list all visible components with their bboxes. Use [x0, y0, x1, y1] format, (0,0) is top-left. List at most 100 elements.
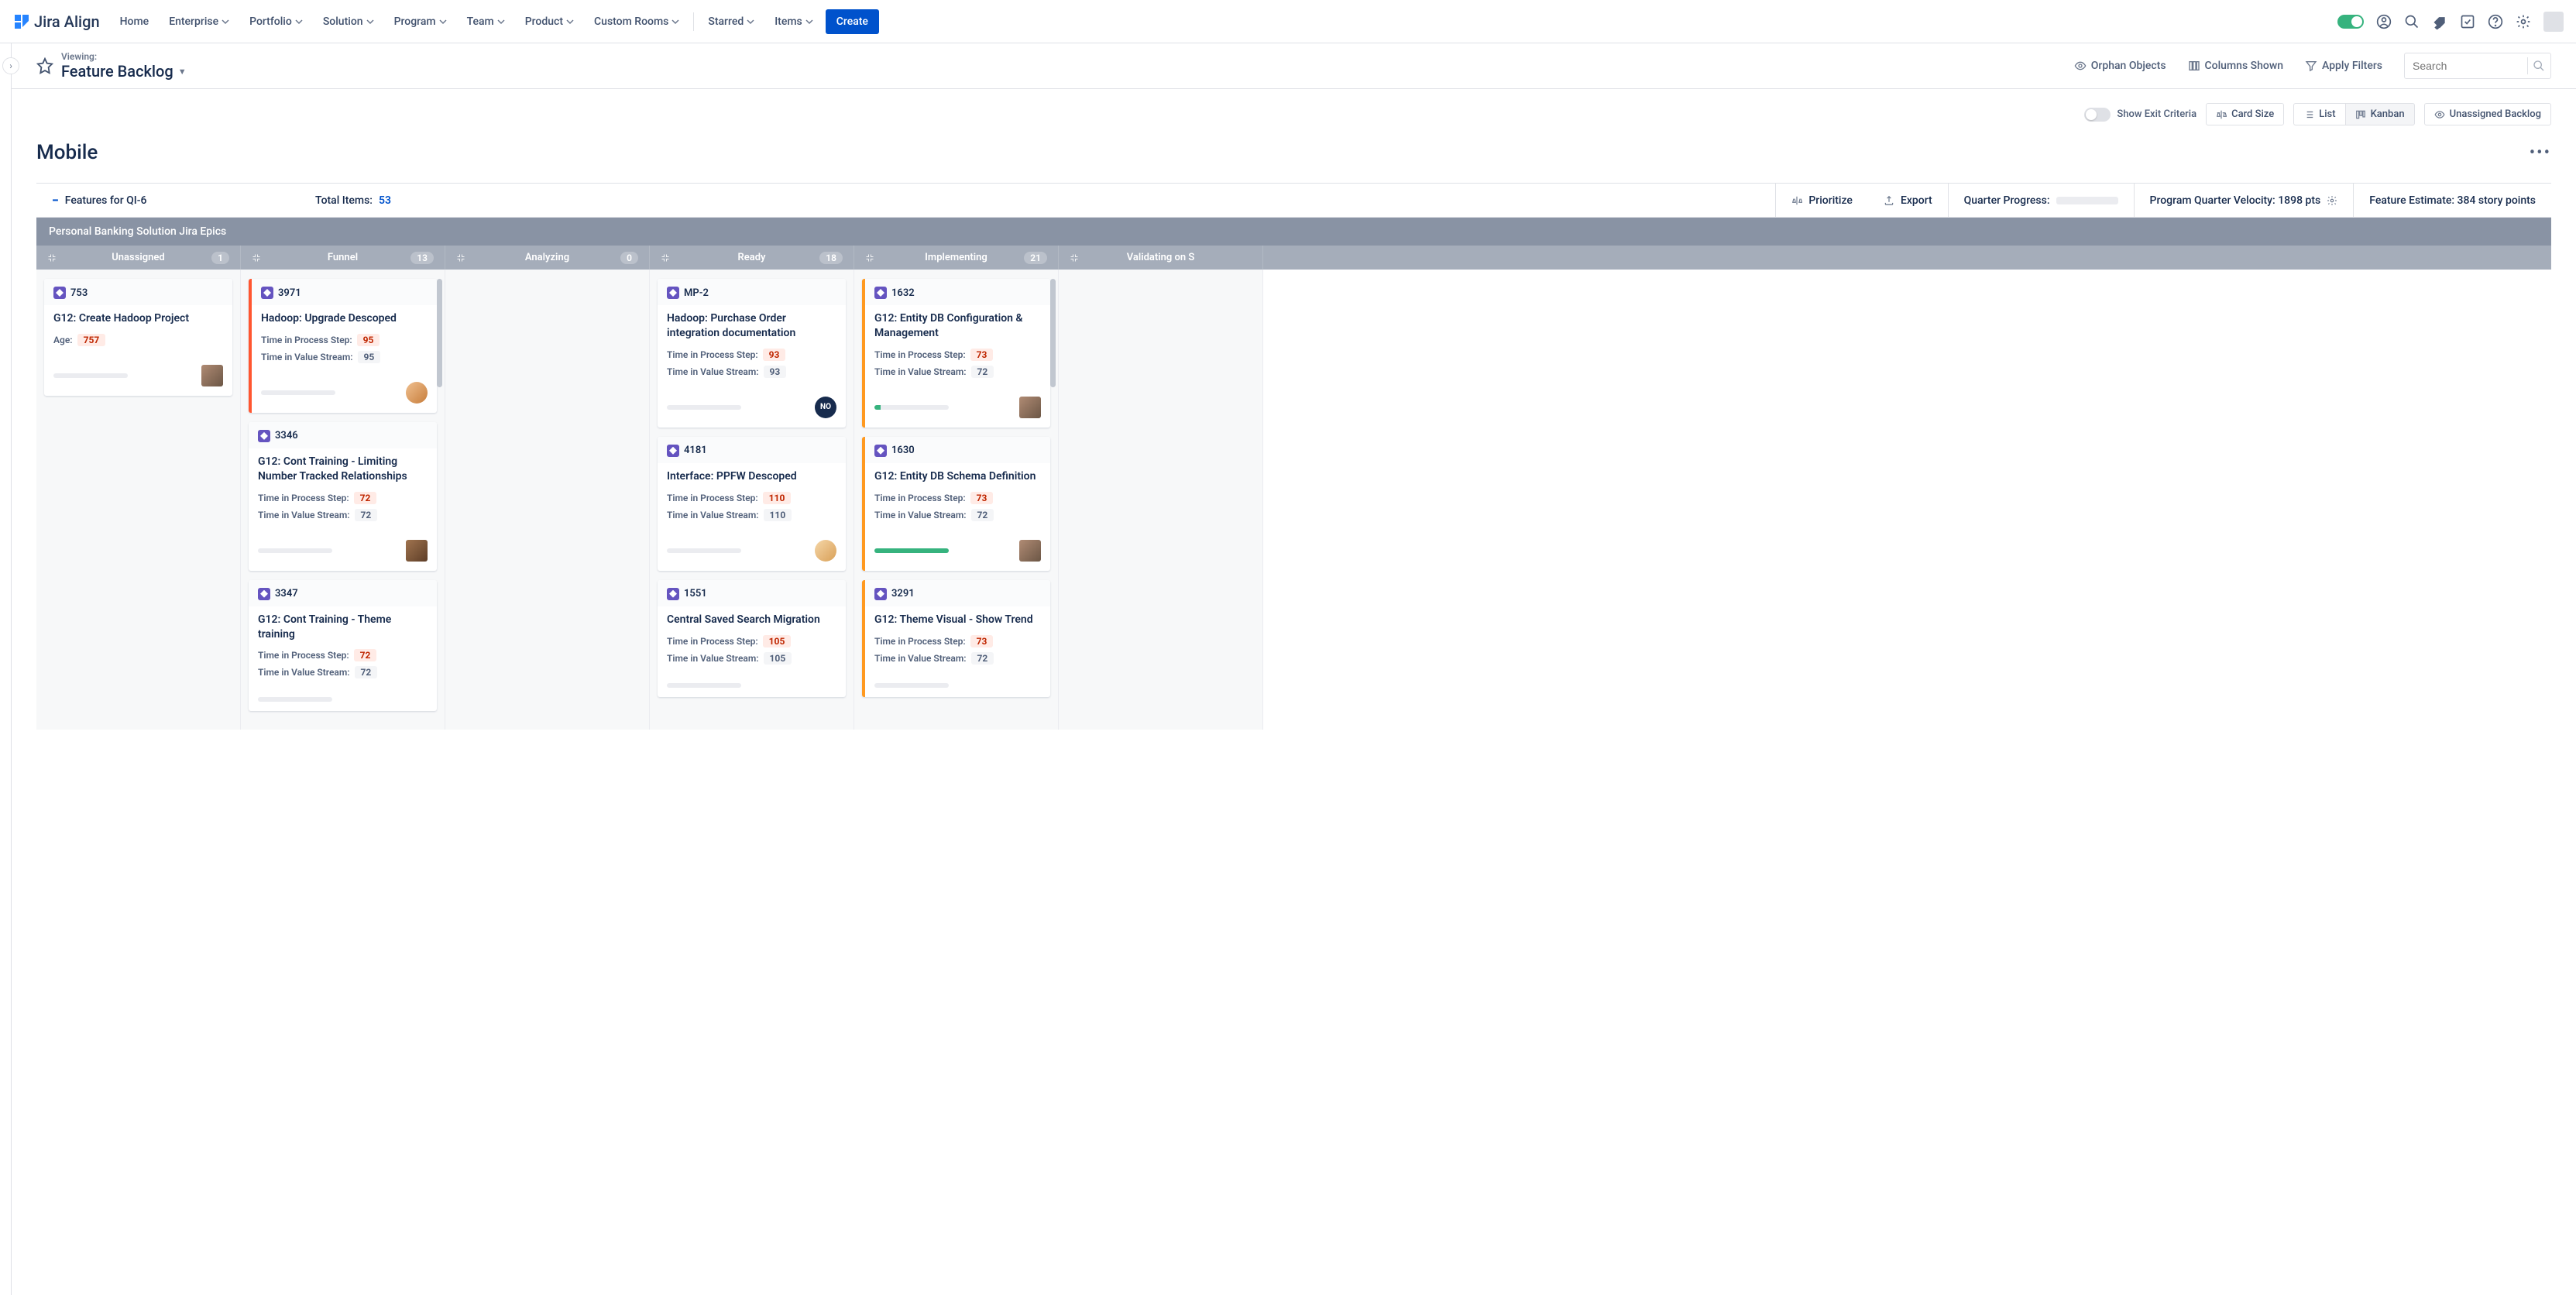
owner-avatar[interactable] [1019, 540, 1041, 562]
compress-icon[interactable] [252, 253, 261, 263]
feature-card[interactable]: 1632 G12: Entity DB Configuration & Manag… [862, 279, 1050, 428]
nav-team[interactable]: Team [459, 9, 513, 34]
compress-icon[interactable] [456, 253, 465, 263]
scrollbar[interactable] [1050, 279, 1056, 387]
feature-card[interactable]: 3291G12: Theme Visual - Show TrendTime i… [862, 580, 1050, 697]
show-exit-criteria-toggle[interactable]: Show Exit Criteria [2084, 108, 2196, 122]
card-body: G12: Cont Training - Theme trainingTime … [249, 606, 437, 692]
nav-custom-rooms[interactable]: Custom Rooms [586, 9, 687, 34]
columns-shown-button[interactable]: Columns Shown [2188, 60, 2284, 72]
owner-avatar[interactable] [406, 382, 428, 404]
nav-home[interactable]: Home [112, 9, 157, 34]
owner-avatar[interactable]: NO [815, 397, 836, 418]
velocity-settings-icon[interactable] [2327, 195, 2337, 206]
column-header-ready[interactable]: Ready18 [650, 246, 854, 270]
owner-avatar[interactable] [201, 365, 223, 386]
kanban-view-button[interactable]: Kanban [2345, 103, 2415, 125]
search-icon[interactable] [2533, 60, 2545, 72]
compress-icon[interactable] [1070, 253, 1079, 263]
chevron-down-icon [222, 18, 229, 26]
column-funnel[interactable]: 3971Hadoop: Upgrade DescopedTime in Proc… [241, 270, 445, 730]
nav-enterprise[interactable]: Enterprise [161, 9, 237, 34]
feature-card[interactable]: 1551 Central Saved Search Migration Time i… [658, 580, 846, 697]
checklist-icon[interactable] [2460, 14, 2475, 29]
column-header-unassigned[interactable]: Unassigned1 [36, 246, 241, 270]
presence-toggle[interactable] [2337, 15, 2364, 29]
kanban-board: 753G12: Create Hadoop ProjectAge:7573971… [36, 270, 2551, 730]
feature-card[interactable]: 3346G12: Cont Training - Limiting Number… [249, 422, 437, 571]
compress-icon[interactable] [47, 253, 57, 263]
card-id: 1630 [891, 445, 915, 456]
feature-card[interactable]: MP-2Hadoop: Purchase Order integration d… [658, 279, 846, 428]
owner-avatar[interactable] [1019, 397, 1041, 418]
owner-avatar[interactable] [815, 540, 836, 562]
progress-bar [874, 548, 949, 553]
balance-icon [1791, 195, 1802, 206]
feature-card[interactable]: 4181Interface: PPFW DescopedTime in Proc… [658, 437, 846, 571]
create-button[interactable]: Create [826, 9, 879, 34]
settings-icon[interactable] [2516, 14, 2531, 29]
unassigned-backlog-button[interactable]: Unassigned Backlog [2424, 103, 2551, 125]
column-name: Analyzing [525, 252, 569, 263]
tivs-label: Time in Value Stream: [874, 366, 967, 377]
feature-card[interactable]: 1630G12: Entity DB Schema DefinitionTime… [862, 437, 1050, 571]
column-validating-on-s[interactable] [1059, 270, 1263, 730]
card-title: Central Saved Search Migration [667, 613, 836, 627]
feature-card[interactable]: 3971Hadoop: Upgrade DescopedTime in Proc… [249, 279, 437, 413]
card-id: 753 [70, 287, 88, 299]
tivs-label: Time in Value Stream: [258, 667, 350, 678]
nav-portfolio[interactable]: Portfolio [242, 9, 311, 34]
progress-bar [258, 697, 332, 702]
apply-filters-button[interactable]: Apply Filters [2305, 60, 2382, 72]
tips-label: Time in Process Step: [258, 650, 349, 661]
orphan-objects-button[interactable]: Orphan Objects [2074, 60, 2166, 72]
nav-starred[interactable]: Starred [700, 9, 762, 34]
search-input[interactable] [2404, 53, 2551, 79]
export-button[interactable]: Export [1868, 185, 1948, 216]
card-title: G12: Entity DB Configuration & Managemen… [874, 311, 1041, 341]
favorite-star-button[interactable] [36, 57, 53, 74]
swimlane-header[interactable]: Personal Banking Solution Jira Epics [36, 218, 2551, 246]
column-ready[interactable]: MP-2Hadoop: Purchase Order integration d… [650, 270, 854, 730]
account-icon[interactable] [2376, 14, 2392, 29]
view-name-dropdown[interactable]: Feature Backlog▼ [61, 62, 187, 81]
owner-avatar[interactable] [406, 540, 428, 562]
nav-items[interactable]: Items [767, 9, 821, 34]
column-implementing[interactable]: 1632 G12: Entity DB Configuration & Manag… [854, 270, 1059, 730]
compress-icon[interactable] [661, 253, 670, 263]
tag-icon[interactable] [2432, 14, 2447, 29]
tivs-value: 72 [355, 509, 378, 521]
logo[interactable]: Jira Align [12, 12, 100, 31]
compress-icon[interactable] [865, 253, 874, 263]
feature-type-icon [667, 588, 679, 600]
collapse-button[interactable]: − [52, 193, 59, 208]
progress-bar [258, 548, 332, 553]
card-header: 1551 [658, 580, 846, 606]
prioritize-button[interactable]: Prioritize [1776, 185, 1868, 216]
column-header-implementing[interactable]: Implementing21 [854, 246, 1059, 270]
scrollbar[interactable] [437, 279, 442, 387]
column-header-funnel[interactable]: Funnel13 [241, 246, 445, 270]
nav-program[interactable]: Program [386, 9, 455, 34]
column-analyzing[interactable] [445, 270, 650, 730]
user-avatar[interactable] [2543, 12, 2564, 32]
feature-card[interactable]: 753G12: Create Hadoop ProjectAge:757 [44, 279, 232, 396]
search-wrap [2404, 53, 2551, 79]
column-unassigned[interactable]: 753G12: Create Hadoop ProjectAge:757 [36, 270, 241, 730]
nav-product[interactable]: Product [517, 9, 582, 34]
column-header-analyzing[interactable]: Analyzing0 [445, 246, 650, 270]
nav-solution[interactable]: Solution [315, 9, 382, 34]
list-view-button[interactable]: List [2293, 103, 2344, 125]
card-footer [865, 677, 1050, 697]
card-size-button[interactable]: Card Size [2206, 103, 2284, 125]
help-icon[interactable] [2488, 14, 2503, 29]
feature-card[interactable]: 3347G12: Cont Training - Theme trainingT… [249, 580, 437, 712]
search-icon[interactable] [2404, 14, 2420, 29]
card-header: 1630 [865, 437, 1050, 463]
rail-expand-button[interactable]: › [2, 57, 19, 74]
column-header-validating-on-s[interactable]: Validating on S [1059, 246, 1263, 270]
more-menu-button[interactable]: ••• [2530, 143, 2551, 163]
tips-label: Time in Process Step: [667, 636, 758, 647]
toggle-icon [2084, 108, 2111, 122]
card-header: 1632 [865, 279, 1050, 305]
